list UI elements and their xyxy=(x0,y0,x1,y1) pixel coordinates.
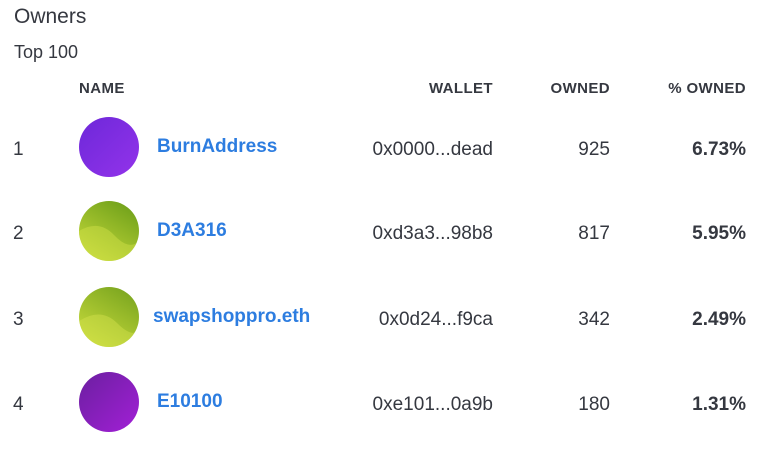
rank: 3 xyxy=(13,309,24,330)
rank: 4 xyxy=(13,394,24,415)
avatar[interactable] xyxy=(79,287,139,347)
owner-name-link[interactable]: BurnAddress xyxy=(157,136,277,158)
owners-subtitle: Top 100 xyxy=(14,42,79,62)
percent-owned: 6.73% xyxy=(692,139,746,160)
column-header-wallet[interactable]: WALLET xyxy=(429,80,493,97)
column-header-pct-owned[interactable]: % OWNED xyxy=(668,80,746,97)
percent-owned: 1.31% xyxy=(692,394,746,415)
rank: 2 xyxy=(13,223,24,244)
table-row[interactable]: 2 D3A316 0xd3a3...98b8 817 5.95% xyxy=(0,201,773,287)
percent-owned: 5.95% xyxy=(692,223,746,244)
wallet-address[interactable]: 0x0d24...f9ca xyxy=(379,309,493,331)
owned-count: 925 xyxy=(578,139,610,160)
avatar[interactable] xyxy=(79,372,139,432)
rank: 1 xyxy=(13,139,24,160)
owned-count: 342 xyxy=(578,309,610,330)
column-header-owned[interactable]: OWNED xyxy=(551,80,611,97)
table-row[interactable]: 3 swapshoppro.eth 0x0d24...f9ca 342 2.49… xyxy=(0,287,773,373)
wallet-address[interactable]: 0x0000...dead xyxy=(373,139,493,161)
owned-count: 817 xyxy=(578,223,610,244)
avatar[interactable] xyxy=(79,117,139,177)
owned-count: 180 xyxy=(578,394,610,415)
wallet-address[interactable]: 0xe101...0a9b xyxy=(373,394,493,416)
owner-name-link[interactable]: D3A316 xyxy=(157,220,227,242)
avatar[interactable] xyxy=(79,201,139,261)
owners-title: Owners xyxy=(14,5,87,28)
owner-name-link[interactable]: swapshoppro.eth xyxy=(153,306,310,328)
column-header-name[interactable]: NAME xyxy=(79,80,125,97)
table-row[interactable]: 4 E10100 0xe101...0a9b 180 1.31% xyxy=(0,372,773,458)
table-row[interactable]: 1 BurnAddress 0x0000...dead 925 6.73% xyxy=(0,117,773,203)
percent-owned: 2.49% xyxy=(692,309,746,330)
wallet-address[interactable]: 0xd3a3...98b8 xyxy=(373,223,493,245)
owner-name-link[interactable]: E10100 xyxy=(157,391,223,413)
